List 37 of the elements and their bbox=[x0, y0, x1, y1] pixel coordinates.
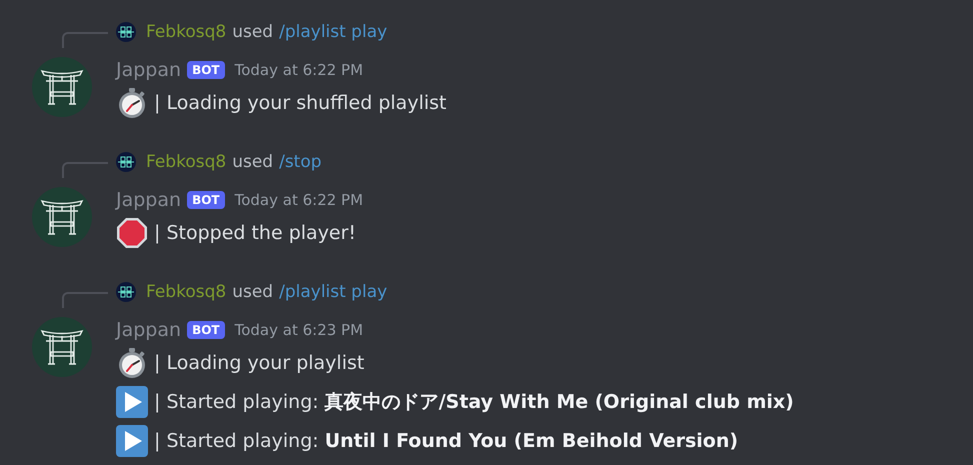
username[interactable]: Jappan bbox=[116, 59, 182, 81]
avatar bbox=[116, 22, 136, 42]
reply-connector bbox=[62, 32, 108, 48]
avatar bbox=[116, 282, 136, 302]
message-text: | Loading your playlist bbox=[154, 352, 364, 374]
command-link[interactable]: /stop bbox=[279, 152, 322, 172]
timestamp: Today at 6:22 PM bbox=[234, 191, 364, 209]
bot-badge: BOT bbox=[187, 321, 225, 339]
reply-text: used bbox=[232, 22, 274, 42]
username[interactable]: Jappan bbox=[116, 319, 182, 341]
username[interactable]: Febkosq8 bbox=[146, 22, 226, 42]
timestamp: Today at 6:22 PM bbox=[234, 61, 364, 79]
play-icon bbox=[116, 386, 148, 418]
command-link[interactable]: /playlist play bbox=[279, 282, 388, 302]
username[interactable]: Febkosq8 bbox=[146, 282, 226, 302]
command-link[interactable]: /playlist play bbox=[279, 22, 388, 42]
message-text: | Loading your shuffled playlist bbox=[154, 92, 446, 114]
avatar bbox=[32, 317, 92, 377]
bot-badge: BOT bbox=[187, 61, 225, 79]
stop-sign-icon bbox=[116, 216, 148, 248]
username[interactable]: Febkosq8 bbox=[146, 152, 226, 172]
message-text: | Started playing: 真夜中のドア/Stay With Me (Original club mix) bbox=[154, 390, 794, 414]
avatar bbox=[32, 57, 92, 117]
reply-text: used bbox=[232, 152, 274, 172]
stopwatch-icon bbox=[116, 86, 148, 118]
avatar bbox=[32, 187, 92, 247]
timestamp: Today at 6:23 PM bbox=[234, 321, 364, 339]
username[interactable]: Jappan bbox=[116, 189, 182, 211]
stopwatch-icon bbox=[116, 346, 148, 378]
message-text: | Started playing: Until I Found You (Em Beihold Version) bbox=[154, 430, 738, 452]
reply-connector bbox=[62, 162, 108, 178]
reply-text: used bbox=[232, 282, 274, 302]
play-icon bbox=[116, 424, 148, 456]
bot-badge: BOT bbox=[187, 191, 225, 209]
avatar bbox=[116, 152, 136, 172]
reply-connector bbox=[62, 292, 108, 308]
message-text: | Stopped the player! bbox=[154, 222, 356, 244]
